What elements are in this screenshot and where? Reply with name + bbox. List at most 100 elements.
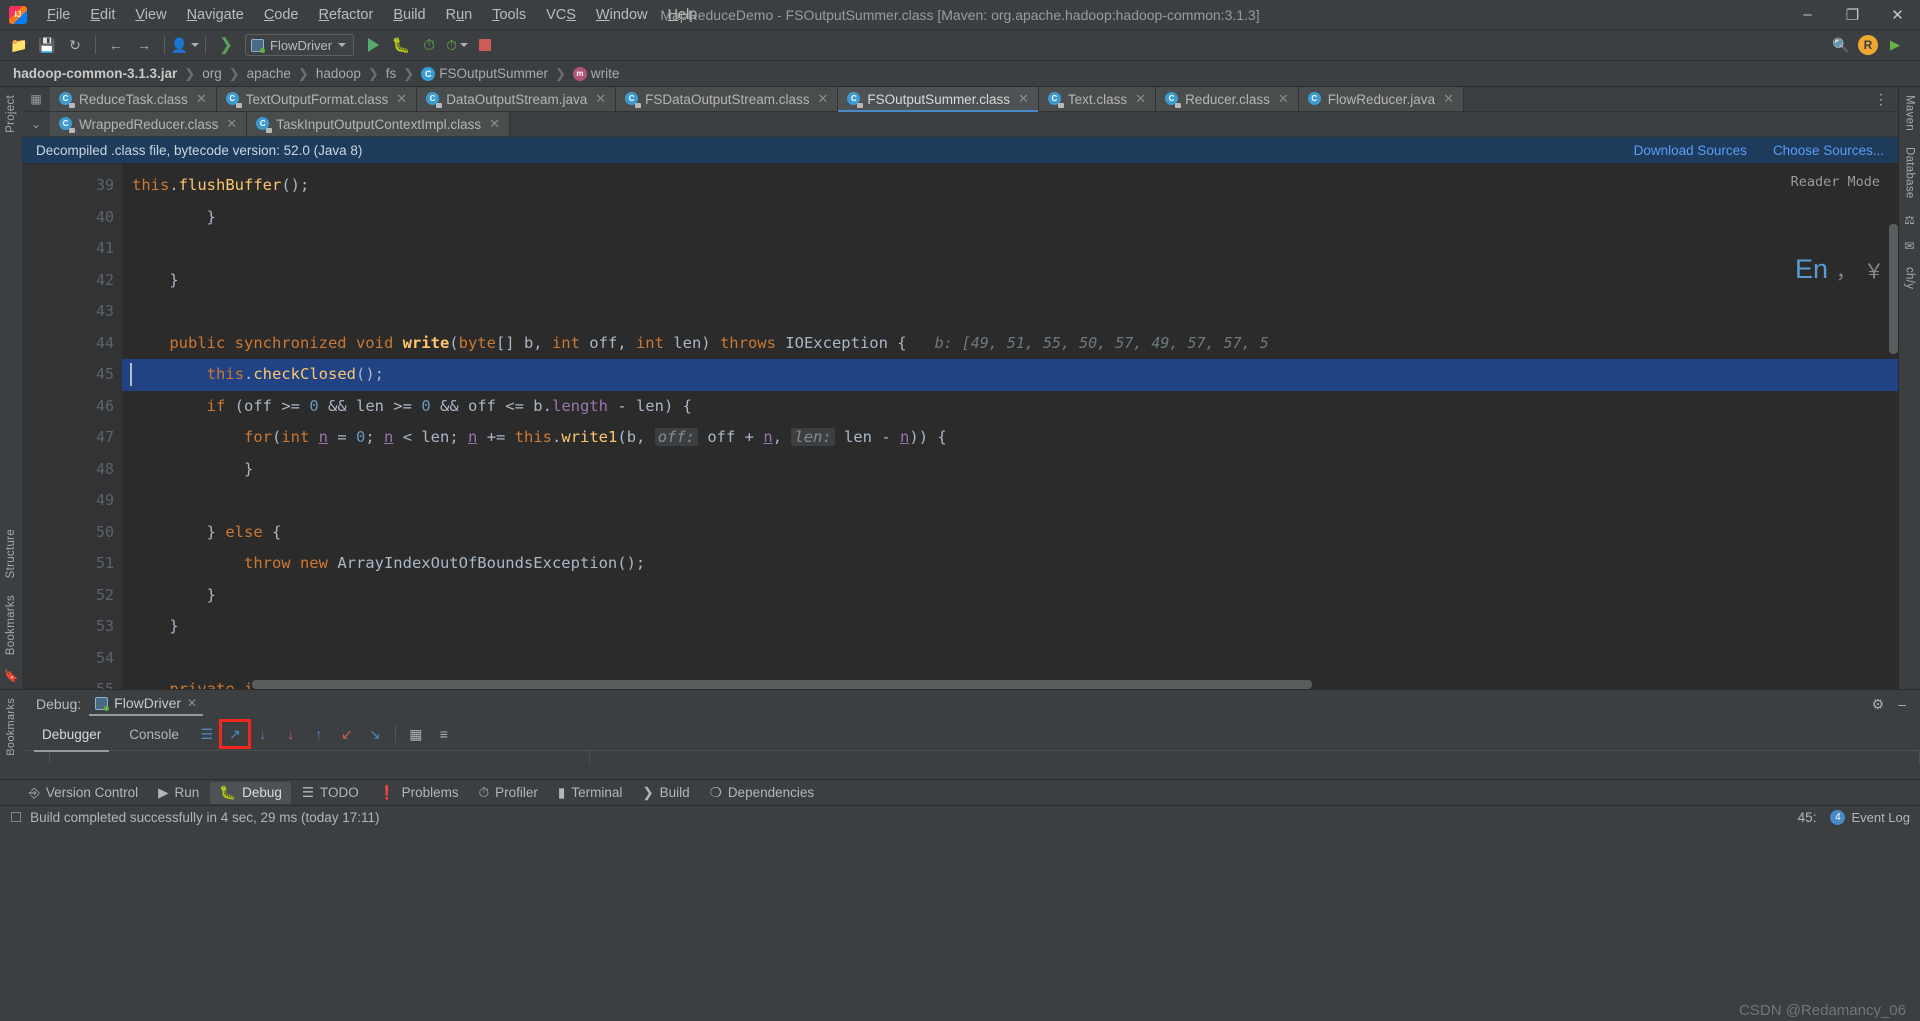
tool-window-debug[interactable]: 🐛 Debug <box>210 781 291 804</box>
sidebar-item-project[interactable]: Project <box>5 87 17 141</box>
ai-assistant-icon[interactable]: ⚖ <box>1904 207 1915 233</box>
run-button[interactable] <box>360 33 386 57</box>
caret-position[interactable]: 45: <box>1798 810 1817 825</box>
run-configuration-selector[interactable]: FlowDriver <box>245 34 355 56</box>
sidebar-item-bookmarks-2[interactable]: Bookmarks <box>5 690 17 764</box>
breadcrumb-item-hadoop[interactable]: hadoop <box>313 66 364 81</box>
step-over-button[interactable]: ↗ <box>218 719 251 749</box>
sidebar-item-structure[interactable]: Structure <box>5 521 17 586</box>
tab-fsoutputsummer[interactable]: C FSOutputSummer.class ✕ <box>838 87 1039 112</box>
tab-close-icon[interactable]: ✕ <box>226 116 237 132</box>
tool-window-run[interactable]: ▶ Run <box>149 782 208 804</box>
debug-session-close-icon[interactable]: ✕ <box>187 696 197 710</box>
open-project-icon[interactable]: 📁 <box>6 33 32 57</box>
menu-item-window[interactable]: Window <box>586 3 658 27</box>
menu-item-refactor[interactable]: Refactor <box>309 3 384 27</box>
breadcrumb-item-method[interactable]: m write <box>570 66 623 81</box>
tool-window-dependencies[interactable]: ❍ Dependencies <box>701 782 823 804</box>
tab-reducetask[interactable]: C ReduceTask.class ✕ <box>50 87 217 111</box>
sidebar-item-chy[interactable]: ch/y <box>1904 259 1916 297</box>
vertical-scrollbar[interactable] <box>1889 224 1898 354</box>
avatar[interactable]: R <box>1858 35 1878 55</box>
maximize-button[interactable]: ❐ <box>1830 0 1875 29</box>
menu-item-run[interactable]: Run <box>436 3 483 27</box>
tab-close-icon[interactable]: ✕ <box>595 91 606 107</box>
tool-window-problems[interactable]: ❗ Problems <box>370 782 468 804</box>
tab-close-icon[interactable]: ✕ <box>818 91 829 107</box>
tab-text[interactable]: C Text.class ✕ <box>1038 87 1157 111</box>
breadcrumb-item-org[interactable]: org <box>199 66 225 81</box>
menu-item-help[interactable]: Help <box>657 3 707 27</box>
frames-list[interactable] <box>50 751 590 764</box>
variables-list[interactable] <box>590 751 1920 764</box>
sync-icon[interactable]: ↻ <box>62 33 88 57</box>
tab-close-icon[interactable]: ✕ <box>1018 91 1029 107</box>
save-all-icon[interactable]: 💾 <box>34 33 60 57</box>
sidebar-item-bookmarks[interactable]: Bookmarks <box>5 587 17 663</box>
tool-window-version-control[interactable]: ⎆ Version Control <box>20 782 147 804</box>
menu-item-code[interactable]: Code <box>254 3 309 27</box>
step-out-button[interactable]: ↑ <box>305 721 333 747</box>
tab-reducer[interactable]: C Reducer.class ✕ <box>1156 87 1299 111</box>
mute-breakpoints-button[interactable]: ≡ <box>430 721 458 747</box>
run-with-coverage-button[interactable]: ⏱ <box>416 33 442 57</box>
minimize-button[interactable]: – <box>1785 0 1830 29</box>
choose-sources-link[interactable]: Choose Sources... <box>1773 143 1884 158</box>
menu-item-navigate[interactable]: Navigate <box>177 3 254 27</box>
debug-tab-debugger[interactable]: Debugger <box>28 723 115 752</box>
menu-item-file[interactable]: File <box>37 3 80 27</box>
profile-run-button[interactable]: ⏱ <box>444 33 470 57</box>
forward-icon[interactable]: → <box>131 33 157 57</box>
debug-session-tab[interactable]: FlowDriver ✕ <box>89 692 204 716</box>
notifications-icon[interactable]: ✉ <box>1904 233 1914 259</box>
force-step-into-button[interactable]: ↓ <box>277 721 305 747</box>
updates-icon[interactable]: ▶ <box>1882 33 1908 57</box>
hide-panel-icon[interactable]: – <box>1898 696 1906 713</box>
tab-close-icon[interactable]: ✕ <box>489 116 500 132</box>
debug-button[interactable]: 🐛 <box>388 33 414 57</box>
tool-window-build[interactable]: ❯ Build <box>633 782 698 804</box>
menu-item-tools[interactable]: Tools <box>482 3 536 27</box>
stop-button[interactable] <box>472 33 498 57</box>
menu-item-build[interactable]: Build <box>383 3 435 27</box>
code-editor[interactable]: 39 40 41 42 43 44 45 46 47 48 49 50 51 5… <box>22 164 1898 689</box>
event-log-button[interactable]: 4 Event Log <box>1830 810 1910 825</box>
profile-icon[interactable]: 👤 <box>171 33 200 57</box>
tab-close-icon[interactable]: ✕ <box>396 91 407 107</box>
step-into-button[interactable]: ↓ <box>249 721 277 747</box>
tab-close-icon[interactable]: ✕ <box>196 91 207 107</box>
tool-window-terminal[interactable]: ▮ Terminal <box>549 782 631 804</box>
sidebar-item-maven[interactable]: Maven <box>1904 87 1916 139</box>
tab-flowreducer[interactable]: C FlowReducer.java ✕ <box>1298 87 1464 111</box>
breadcrumb-item-jar[interactable]: hadoop-common-3.1.3.jar <box>10 66 180 81</box>
tab-close-icon[interactable]: ✕ <box>1443 91 1454 107</box>
sidebar-item-database[interactable]: Database <box>1904 139 1916 207</box>
breadcrumb-item-fs[interactable]: fs <box>383 66 400 81</box>
menu-item-edit[interactable]: Edit <box>80 3 125 27</box>
tab-close-icon[interactable]: ✕ <box>1135 91 1146 107</box>
tab-fsdataoutputstream[interactable]: C FSDataOutputStream.class ✕ <box>616 87 839 111</box>
line-number-gutter[interactable]: 39 40 41 42 43 44 45 46 47 48 49 50 51 5… <box>22 164 122 689</box>
run-to-cursor-button[interactable]: ↘ <box>361 721 389 747</box>
tab-close-icon[interactable]: ✕ <box>1278 91 1289 107</box>
horizontal-scrollbar[interactable] <box>252 680 1312 689</box>
tab-textoutputformat[interactable]: C TextOutputFormat.class ✕ <box>216 87 418 111</box>
bookmark-icon[interactable]: 🔖 <box>4 663 19 689</box>
reader-mode-label[interactable]: Reader Mode <box>1791 174 1880 190</box>
tab-taskinputoutputcontextimpl[interactable]: C TaskInputOutputContextImpl.class ✕ <box>247 112 510 136</box>
tab-dataoutputstream[interactable]: C DataOutputStream.java ✕ <box>417 87 617 111</box>
tab-wrappedreducer[interactable]: C WrappedReducer.class ✕ <box>50 112 248 136</box>
tab-row-collapse-icon[interactable]: ⌄ <box>22 112 50 136</box>
tool-window-profiler[interactable]: ⏱ Profiler <box>470 782 547 804</box>
breadcrumb-item-apache[interactable]: apache <box>244 66 294 81</box>
download-sources-link[interactable]: Download Sources <box>1634 143 1747 158</box>
tab-list-icon[interactable]: ▦ <box>22 87 50 111</box>
drop-frame-button[interactable]: ↙ <box>333 721 361 747</box>
tool-window-todo[interactable]: ☰ TODO <box>293 782 368 804</box>
build-icon[interactable]: ❯ <box>213 33 239 57</box>
search-everywhere-icon[interactable]: 🔍 <box>1828 33 1854 57</box>
evaluate-expression-button[interactable]: ▦ <box>402 721 430 747</box>
breadcrumb-item-class[interactable]: C FSOutputSummer <box>418 66 551 81</box>
back-icon[interactable]: ← <box>103 33 129 57</box>
menu-item-view[interactable]: View <box>125 3 176 27</box>
